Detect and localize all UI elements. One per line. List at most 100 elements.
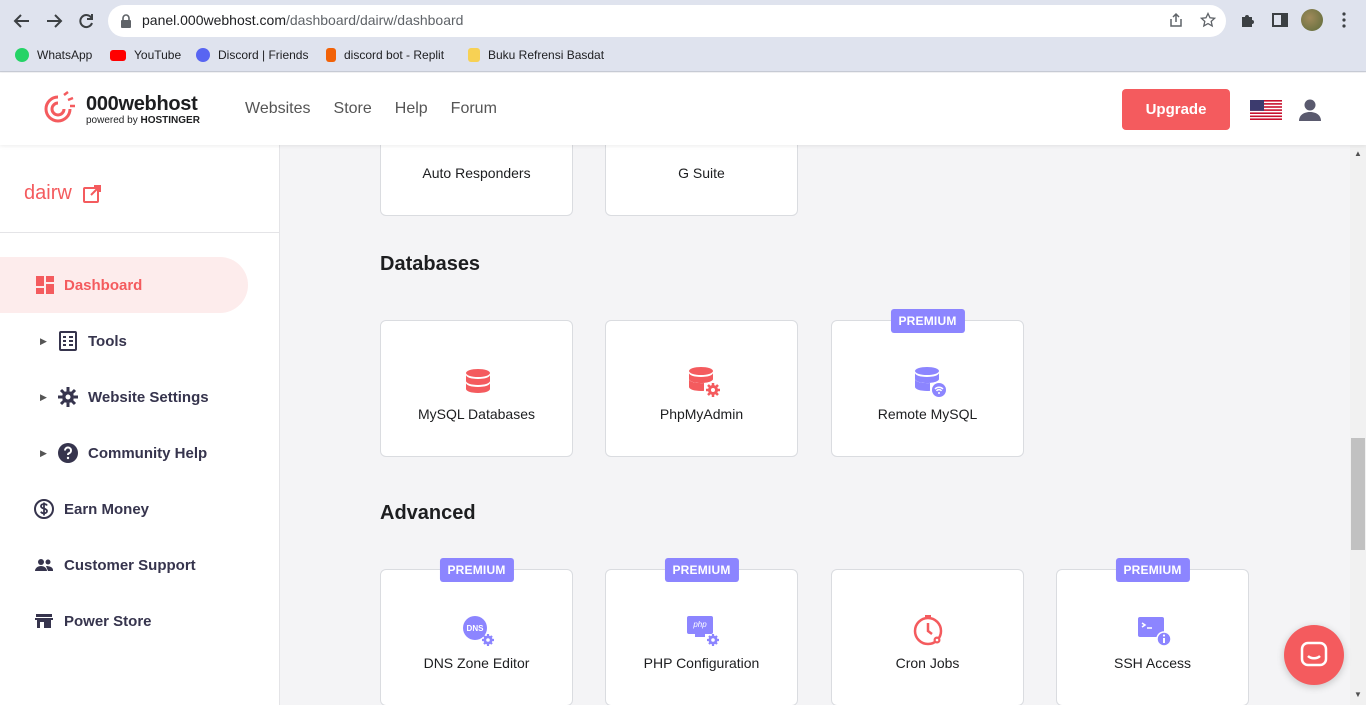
premium-badge: PREMIUM [439, 558, 514, 582]
clock-icon [913, 615, 943, 646]
bookmarks-bar: WhatsApp YouTube Discord | Friends disco… [0, 42, 1366, 72]
site-name-link[interactable]: dairw [24, 182, 102, 205]
people-icon [35, 559, 53, 571]
bookmark-replit[interactable]: discord bot - Replit [326, 48, 444, 62]
card-label: G Suite [678, 165, 725, 181]
database-icon [466, 369, 490, 393]
card-label: Cron Jobs [895, 655, 960, 671]
terminal-icon [1138, 617, 1172, 647]
help-icon [58, 443, 78, 463]
card-label: DNS Zone Editor [423, 655, 530, 671]
dashboard-icon [36, 276, 54, 294]
menu-kebab-icon[interactable] [1334, 11, 1354, 31]
dns-icon: DNS [463, 616, 494, 646]
sidebar-item-label: Tools [88, 332, 127, 350]
user-account-icon[interactable] [1297, 97, 1323, 123]
top-nav: Websites Store Help Forum [245, 100, 520, 118]
bookmark-discord[interactable]: Discord | Friends [196, 48, 308, 62]
sidebar-item-label: Power Store [64, 612, 152, 630]
star-icon[interactable] [1199, 11, 1217, 30]
profile-avatar[interactable] [1301, 9, 1323, 31]
bookmark-label: YouTube [134, 48, 182, 62]
nav-forum[interactable]: Forum [451, 100, 497, 118]
card-auto-responders[interactable]: Auto Responders [380, 145, 573, 216]
bookmark-label: discord bot - Replit [344, 48, 445, 62]
arrow-left-icon [13, 14, 29, 28]
card-label: PhpMyAdmin [659, 406, 744, 422]
bookmark-youtube[interactable]: YouTube [110, 48, 181, 62]
us-flag-icon[interactable] [1250, 100, 1282, 120]
external-link-icon [82, 184, 101, 203]
scrollbar-track[interactable] [1350, 145, 1366, 705]
sidebar-item-label: Community Help [88, 444, 208, 462]
premium-badge: PREMIUM [890, 309, 965, 333]
chat-button[interactable] [1284, 625, 1344, 685]
logo[interactable]: 000webhost powered by HOSTINGER [38, 91, 208, 127]
nav-store[interactable]: Store [334, 100, 372, 118]
card-remote-mysql[interactable]: PREMIUM Remote MySQL [831, 309, 1024, 457]
sidebar-item-tools[interactable]: ▶ Tools [0, 313, 248, 369]
card-label: MySQL Databases [418, 406, 535, 422]
card-ssh-access[interactable]: PREMIUM SSH Access [1056, 558, 1249, 705]
sidebar-item-customer-support[interactable]: Customer Support [0, 537, 248, 593]
section-title-advanced: Advanced [380, 502, 476, 524]
bookmark-basdat[interactable]: Buku Refrensi Basdat [468, 48, 604, 62]
whatsapp-icon [15, 48, 29, 62]
sidebar-item-earn-money[interactable]: Earn Money [0, 481, 248, 537]
site-header: 000webhost powered by HOSTINGER Websites… [0, 73, 1366, 145]
sidebar-item-label: Dashboard [64, 276, 143, 294]
caret-right-icon: ▶ [40, 335, 47, 346]
scrollbar-thumb[interactable] [1351, 438, 1365, 550]
sidebar-item-website-settings[interactable]: ▶ Website Settings [0, 369, 248, 425]
extensions-icon[interactable] [1238, 11, 1258, 31]
arrow-right-icon [47, 14, 63, 28]
sidebar-item-label: Earn Money [64, 500, 150, 518]
sidebar: dairw Dashboard ▶ Tools ▶ Website Settin… [0, 145, 280, 705]
chat-icon [1300, 641, 1328, 667]
reload-icon [79, 14, 93, 29]
sidebar-item-label: Customer Support [64, 556, 196, 574]
card-label: Auto Responders [422, 165, 531, 181]
card-php-configuration[interactable]: PREMIUM php PHP Configuration [605, 558, 798, 705]
forward-button[interactable] [42, 9, 66, 33]
main-content: Auto Responders G Suite Databases MySQL … [280, 145, 1350, 705]
card-label: SSH Access [1113, 655, 1192, 671]
replit-icon [326, 48, 336, 62]
logo-name: 000webhost [86, 93, 198, 115]
card-mysql-databases[interactable]: MySQL Databases [380, 320, 573, 457]
bookmark-label: Buku Refrensi Basdat [488, 48, 605, 62]
bookmark-label: Discord | Friends [218, 48, 309, 62]
premium-badge: PREMIUM [1115, 558, 1190, 582]
card-cron-jobs[interactable]: Cron Jobs [831, 569, 1024, 705]
sidebar-item-dashboard[interactable]: Dashboard [0, 257, 248, 313]
dollar-icon [34, 499, 54, 519]
sidebar-item-community-help[interactable]: ▶ Community Help [0, 425, 248, 481]
bookmark-whatsapp[interactable]: WhatsApp [15, 48, 92, 62]
nav-websites[interactable]: Websites [245, 100, 311, 118]
tools-icon [59, 331, 77, 351]
card-g-suite[interactable]: G Suite [605, 145, 798, 216]
upgrade-button[interactable]: Upgrade [1122, 89, 1230, 130]
card-dns-zone-editor[interactable]: PREMIUM DNS DNS Zone Editor [380, 558, 573, 705]
svg-text:php: php [692, 620, 707, 629]
side-panel-icon[interactable] [1270, 11, 1290, 31]
share-icon[interactable] [1167, 12, 1185, 30]
php-icon: php [687, 616, 719, 646]
back-button[interactable] [10, 9, 34, 33]
caret-right-icon: ▶ [40, 391, 47, 402]
sidebar-item-label: Website Settings [88, 388, 209, 406]
reload-button[interactable] [74, 9, 98, 33]
card-label: PHP Configuration [643, 655, 760, 671]
logo-icon [44, 91, 75, 123]
nav-help[interactable]: Help [395, 100, 428, 118]
divider [0, 232, 279, 233]
bookmark-label: WhatsApp [37, 48, 93, 62]
scroll-up-icon[interactable]: ▲ [1352, 149, 1364, 161]
folder-icon [468, 48, 480, 62]
card-phpmyadmin[interactable]: PhpMyAdmin [605, 320, 798, 457]
address-bar[interactable]: panel.000webhost.com/dashboard/dairw/das… [108, 5, 1226, 37]
sidebar-item-power-store[interactable]: Power Store [0, 593, 248, 649]
gear-icon [58, 387, 78, 407]
scroll-down-icon[interactable]: ▼ [1352, 690, 1364, 702]
browser-toolbar: panel.000webhost.com/dashboard/dairw/das… [0, 0, 1366, 42]
